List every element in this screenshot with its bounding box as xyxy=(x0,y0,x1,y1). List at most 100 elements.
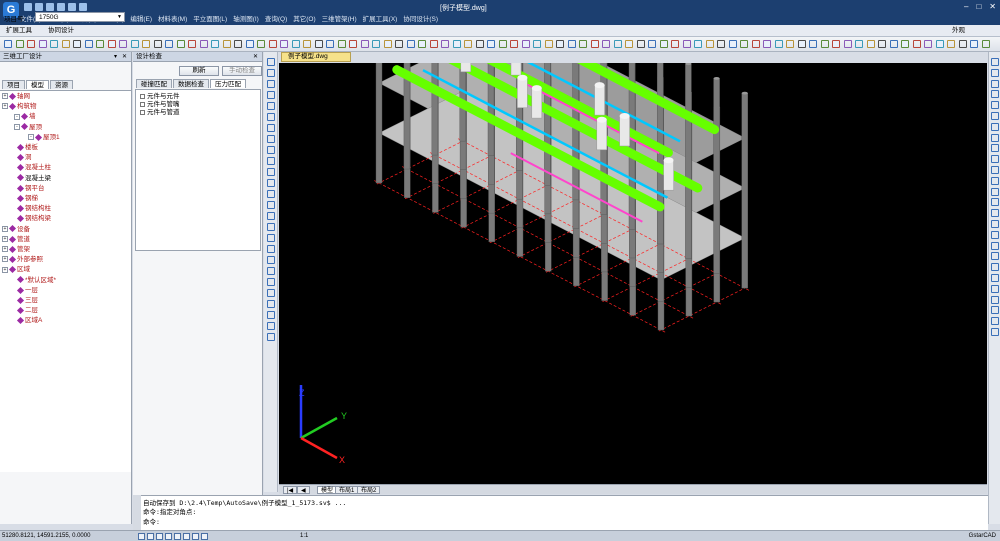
modify-tool-icon[interactable] xyxy=(991,230,999,239)
tab-data-check[interactable]: 数据检查 xyxy=(173,79,209,88)
modify-tool-icon[interactable] xyxy=(991,284,999,293)
osnap-toggle-icon[interactable] xyxy=(174,533,181,540)
nav-first-icon[interactable]: |◀ xyxy=(283,486,298,494)
tree-item[interactable]: + 设备 xyxy=(2,225,30,234)
expand-toggle-icon[interactable]: + xyxy=(2,225,8,232)
grid-toggle-icon[interactable] xyxy=(147,533,154,540)
appearance-dropdown[interactable]: 外观 xyxy=(952,26,965,36)
toolbar-tool-icon[interactable] xyxy=(498,40,507,48)
toolbar-tool-icon[interactable] xyxy=(682,40,691,48)
toolbar-tool-icon[interactable] xyxy=(61,40,70,48)
toolbar-tool-icon[interactable] xyxy=(234,40,242,48)
tree-item[interactable]: - 屋顶1 xyxy=(28,133,60,142)
tab-project[interactable]: 项目 xyxy=(2,80,25,89)
check-option[interactable]: 元件与元件 xyxy=(140,93,180,101)
menu-plan-elevation[interactable]: 平立面图(L) xyxy=(193,14,227,25)
draw-tool-icon[interactable] xyxy=(267,124,275,132)
manual-check-button[interactable]: 手动检查 xyxy=(222,66,262,76)
toolbar-tool-icon[interactable] xyxy=(383,40,392,48)
draw-tool-icon[interactable] xyxy=(267,300,275,308)
toolbar-tool-icon[interactable] xyxy=(73,40,81,48)
toolbar-tool-icon[interactable] xyxy=(648,40,656,48)
modify-tool-icon[interactable] xyxy=(991,90,999,99)
toolbar-tool-icon[interactable] xyxy=(475,40,484,48)
toolbar-tool-icon[interactable] xyxy=(820,40,829,48)
toolbar-tool-icon[interactable] xyxy=(636,40,645,48)
expand-toggle-icon[interactable]: + xyxy=(2,266,8,273)
tree-item[interactable]: 洞 xyxy=(16,153,32,162)
command-window-grip[interactable] xyxy=(133,495,141,530)
toolbar-tool-icon[interactable] xyxy=(395,40,403,48)
new-file-icon[interactable] xyxy=(24,3,32,11)
expand-toggle-icon[interactable]: - xyxy=(14,123,20,130)
tree-item[interactable]: + 区域 xyxy=(2,266,30,274)
tree-item[interactable]: 钢平台 xyxy=(16,184,45,193)
tree-item[interactable]: 区域A xyxy=(16,317,42,325)
toolbar-tool-icon[interactable] xyxy=(924,40,932,48)
modify-tool-icon[interactable] xyxy=(991,209,999,218)
draw-tool-icon[interactable] xyxy=(267,322,275,330)
expand-toggle-icon[interactable]: + xyxy=(2,93,8,100)
toolbar-tool-icon[interactable] xyxy=(510,40,518,48)
tree-item[interactable]: 混凝土梁 xyxy=(16,174,51,183)
draw-tool-icon[interactable] xyxy=(267,135,275,143)
modify-tool-icon[interactable] xyxy=(991,144,999,153)
modify-tool-icon[interactable] xyxy=(991,220,999,228)
toolbar-tool-icon[interactable] xyxy=(625,40,633,48)
toolbar-tool-icon[interactable] xyxy=(429,40,438,48)
modify-tool-icon[interactable] xyxy=(991,112,999,120)
tree-item[interactable]: *默认区域* xyxy=(16,276,56,285)
expand-toggle-icon[interactable]: + xyxy=(2,236,8,243)
checkbox-icon[interactable] xyxy=(140,101,145,107)
toolbar-tool-icon[interactable] xyxy=(130,40,139,48)
toolbar-tool-icon[interactable] xyxy=(521,40,530,48)
toolbar-tool-icon[interactable] xyxy=(659,40,668,48)
modify-tool-icon[interactable] xyxy=(991,176,999,185)
toolbar-tool-icon[interactable] xyxy=(314,40,323,48)
menu-query[interactable]: 查询(Q) xyxy=(265,14,287,25)
tab-collision[interactable]: 碰撞匹配 xyxy=(136,79,172,88)
toolbar-tool-icon[interactable] xyxy=(786,40,794,48)
expand-toggle-icon[interactable]: + xyxy=(2,103,8,110)
checkbox-icon[interactable] xyxy=(140,109,145,115)
draw-tool-icon[interactable] xyxy=(267,278,275,286)
toolbar-tool-icon[interactable] xyxy=(832,40,840,48)
toolbar-tool-icon[interactable] xyxy=(418,40,426,48)
modify-tool-icon[interactable] xyxy=(991,122,999,131)
draw-tool-icon[interactable] xyxy=(267,179,275,187)
toolbar-tool-icon[interactable] xyxy=(556,40,564,48)
annotation-scale[interactable]: 1:1 xyxy=(300,532,308,541)
toolbar-tool-icon[interactable] xyxy=(142,40,150,48)
draw-tool-icon[interactable] xyxy=(267,157,275,165)
tree-item[interactable]: + 轴网 xyxy=(2,92,30,101)
refresh-button[interactable]: 刷新 xyxy=(179,66,219,76)
draw-tool-icon[interactable] xyxy=(267,245,275,253)
lineweight-toggle-icon[interactable] xyxy=(192,533,199,540)
modify-tool-icon[interactable] xyxy=(991,79,999,88)
undo-icon[interactable] xyxy=(68,3,76,11)
draw-tool-icon[interactable] xyxy=(267,289,275,297)
menu-other[interactable]: 其它(O) xyxy=(293,14,315,25)
toolbar-tool-icon[interactable] xyxy=(866,40,875,48)
tab-layout1[interactable]: 布局1 xyxy=(335,486,359,494)
menu-3d-support[interactable]: 三维管架(H) xyxy=(322,14,357,25)
toolbar-tool-icon[interactable] xyxy=(981,40,990,48)
modify-tool-icon[interactable] xyxy=(991,295,999,304)
3d-plant-model[interactable]: Z Y X xyxy=(279,63,987,484)
ribbon-tab-collaboration[interactable]: 协同设计 xyxy=(48,26,74,36)
toolbar-tool-icon[interactable] xyxy=(268,40,277,48)
draw-tool-icon[interactable] xyxy=(267,223,275,231)
toolbar-tool-icon[interactable] xyxy=(464,40,472,48)
toolbar-tool-icon[interactable] xyxy=(544,40,553,48)
toolbar-tool-icon[interactable] xyxy=(165,40,173,48)
toolbar-tool-icon[interactable] xyxy=(763,40,771,48)
draw-tool-icon[interactable] xyxy=(267,58,275,66)
toolbar-tool-icon[interactable] xyxy=(774,40,783,48)
toolbar-tool-icon[interactable] xyxy=(4,40,12,48)
drawing-canvas[interactable]: Z Y X xyxy=(279,63,987,484)
modify-tool-icon[interactable] xyxy=(991,252,999,261)
toolbar-tool-icon[interactable] xyxy=(728,40,737,48)
modify-tool-icon[interactable] xyxy=(991,317,999,326)
ribbon-tab-extension[interactable]: 扩展工具 xyxy=(6,26,32,36)
draw-tool-icon[interactable] xyxy=(267,256,275,264)
